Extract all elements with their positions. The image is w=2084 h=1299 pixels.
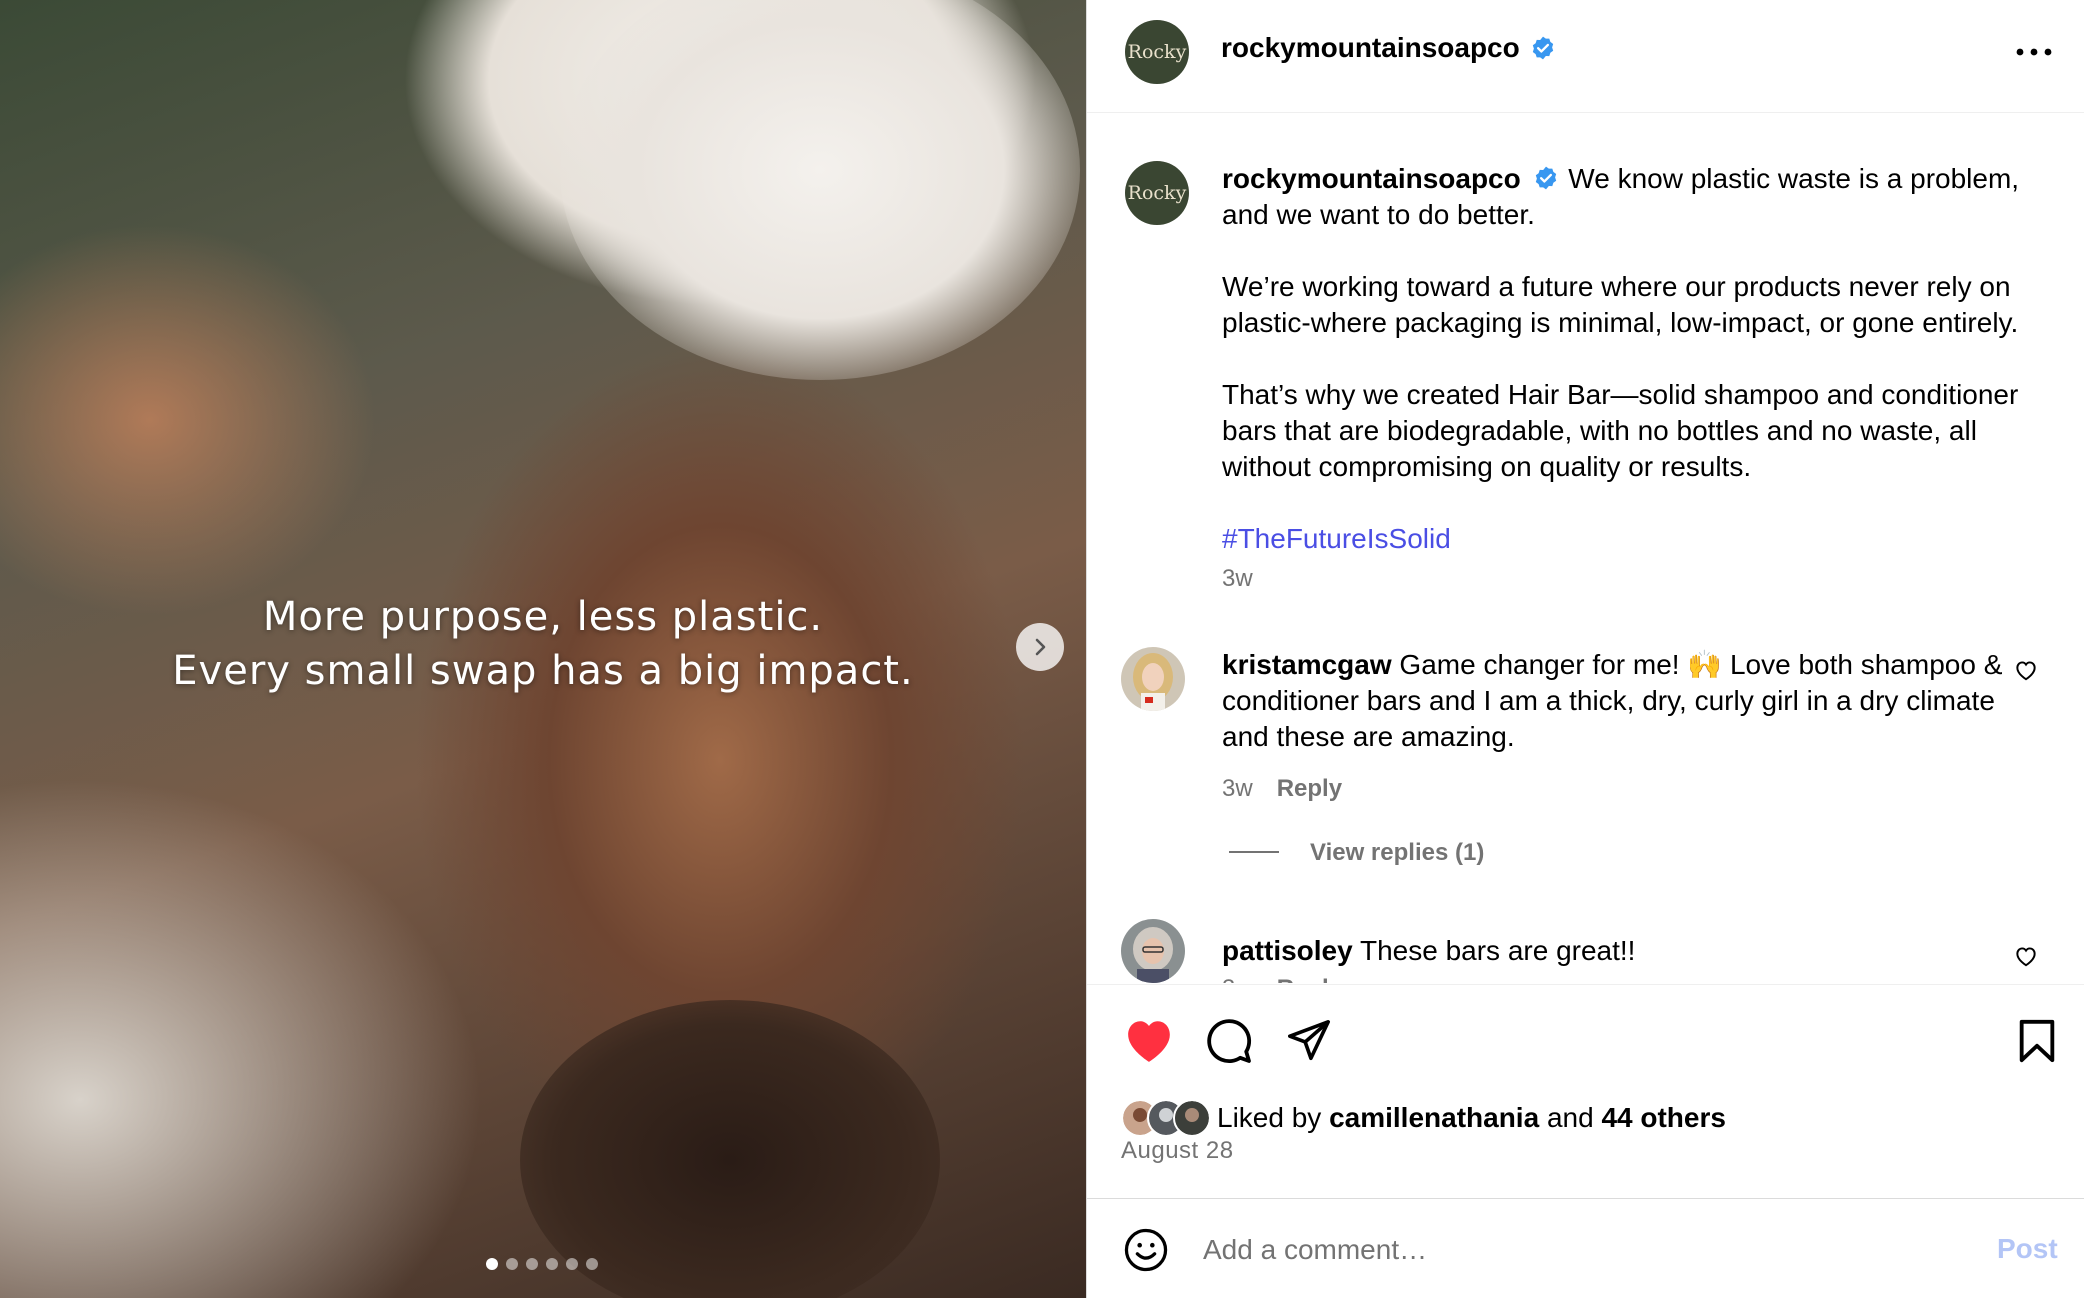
heart-filled-icon (1128, 1021, 1170, 1062)
caption: rockymountainsoapco We know plastic wast… (1222, 161, 2052, 597)
carousel-dots (486, 1258, 598, 1270)
comment-timestamp[interactable]: 3w (1222, 775, 1253, 802)
share-button[interactable] (1283, 1015, 1335, 1067)
carousel-dot (546, 1258, 558, 1270)
media-overlay-line2: Every small swap has a big impact. (172, 648, 914, 694)
save-button[interactable] (2011, 1015, 2063, 1067)
more-options-button[interactable] (2009, 36, 2059, 68)
add-comment-bar: Post (1087, 1198, 2084, 1299)
caption-paragraph: That’s why we created Hair Bar—solid sha… (1222, 379, 2019, 482)
liker-avatars (1121, 1099, 1211, 1137)
bookmark-icon (2019, 1019, 2055, 1063)
media-foam (560, 0, 1080, 380)
send-paper-plane-icon (1288, 1020, 1330, 1061)
caption-timestamp[interactable]: 3w (1222, 561, 2052, 597)
avatar[interactable] (1121, 919, 1185, 983)
comment-like-heart-icon[interactable] (2013, 657, 2039, 683)
post-date[interactable]: August 28 (1121, 1137, 1234, 1165)
carousel-dot (526, 1258, 538, 1270)
caption-avatar[interactable]: Rocky (1125, 161, 1189, 225)
next-slide-button[interactable] (1016, 623, 1064, 671)
media-overlay-line1: More purpose, less plastic. (262, 594, 824, 640)
carousel-dot (506, 1258, 518, 1270)
avatar (1173, 1099, 1211, 1137)
comment-username[interactable]: pattisoley (1222, 935, 1353, 966)
comment-username[interactable]: kristamcgaw (1222, 649, 1392, 680)
hashtag-link[interactable]: #TheFutureIsSolid (1222, 523, 1451, 554)
caption-paragraph: We’re working toward a future where our … (1222, 271, 2019, 338)
emoji-smiley-icon[interactable] (1123, 1227, 1169, 1273)
reply-button[interactable]: Reply (1277, 975, 1342, 983)
likes-others[interactable]: 44 others (1601, 1102, 1726, 1134)
post-media[interactable]: More purpose, less plastic. Every small … (0, 0, 1086, 1298)
likes-summary[interactable]: Liked by camillenathania and 44 others (1121, 1099, 1726, 1137)
header-username[interactable]: rockymountainsoapco (1221, 32, 1520, 64)
post-actions: Liked by camillenathania and 44 others A… (1087, 984, 2084, 1199)
carousel-dot (566, 1258, 578, 1270)
comment-like-heart-icon[interactable] (2013, 943, 2039, 969)
comment-text: These bars are great!! (1359, 935, 1636, 966)
comment-timestamp[interactable]: 3w (1222, 975, 1253, 983)
comment-bubble-icon (1207, 1019, 1252, 1064)
chevron-right-icon (1035, 638, 1046, 656)
carousel-dot (486, 1258, 498, 1270)
media-shadow (520, 1000, 940, 1298)
add-comment-input[interactable] (1201, 1229, 1905, 1271)
more-horizontal-icon (2016, 48, 2052, 56)
comment-meta: 3w Reply (1222, 975, 1342, 983)
avatar[interactable]: Rocky (1125, 20, 1189, 84)
caption-username[interactable]: rockymountainsoapco (1222, 163, 1521, 194)
post-header: Rocky rockymountainsoapco (1087, 0, 2084, 113)
likes-user[interactable]: camillenathania (1329, 1102, 1539, 1134)
avatar[interactable] (1121, 647, 1185, 711)
post-comment-button[interactable]: Post (1997, 1233, 2058, 1265)
carousel-dot (586, 1258, 598, 1270)
comment-text-block: pattisoley These bars are great!! (1222, 933, 2022, 969)
comments-scroll-area[interactable]: Rocky rockymountainsoapco We know plasti… (1087, 113, 2084, 983)
replies-divider (1229, 851, 1279, 853)
like-button[interactable] (1123, 1015, 1175, 1067)
verified-badge-icon (1535, 166, 1556, 189)
likes-prefix: Liked by (1217, 1102, 1322, 1133)
comment-button[interactable] (1203, 1015, 1255, 1067)
post-side-panel: Rocky rockymountainsoapco Rocky rockymou… (1086, 0, 2084, 1298)
view-replies-button[interactable]: View replies (1) (1310, 839, 1484, 867)
comment-text-block: kristamcgaw Game changer for me! 🙌 Love … (1222, 647, 2022, 755)
verified-badge-icon (1532, 36, 1553, 60)
likes-and: and (1546, 1102, 1594, 1133)
reply-button[interactable]: Reply (1277, 775, 1342, 802)
comment-meta: 3w Reply (1222, 775, 1342, 803)
